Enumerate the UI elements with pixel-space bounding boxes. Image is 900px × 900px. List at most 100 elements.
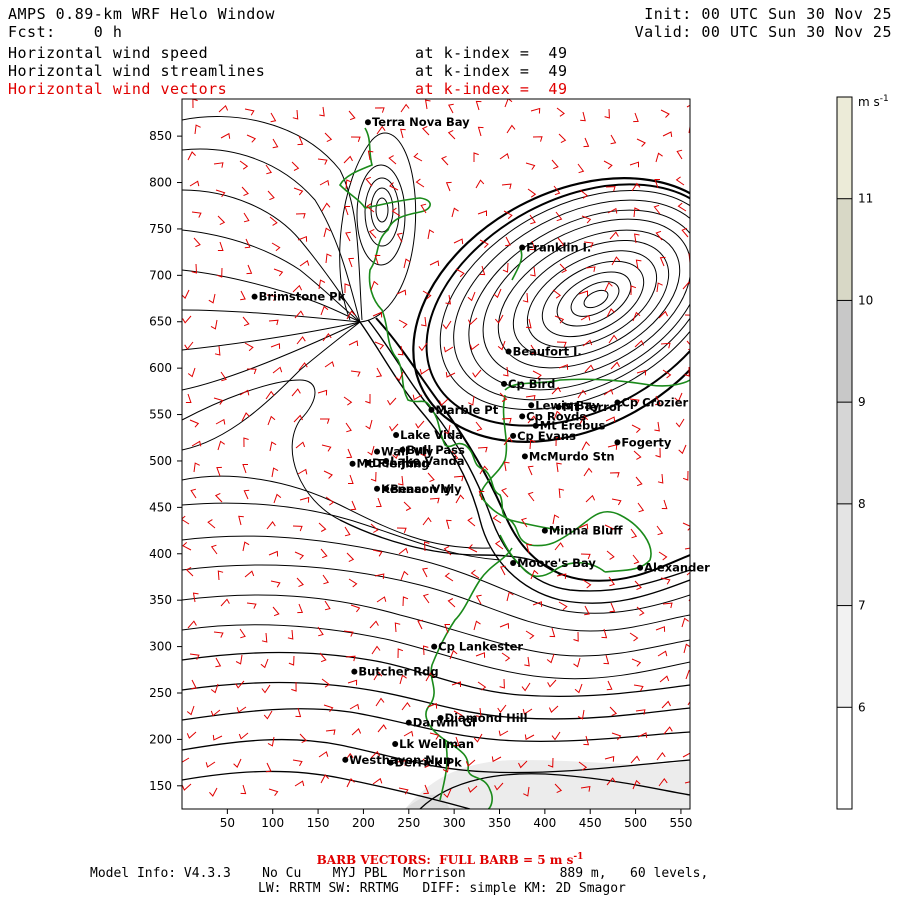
y-tick-label: 250	[149, 686, 172, 700]
place-label: Franklin I.	[526, 240, 591, 254]
colorbar-tick-label: 8	[858, 497, 866, 511]
place-marker	[519, 413, 526, 420]
place-marker	[428, 406, 435, 413]
y-tick-label: 150	[149, 779, 172, 793]
place-marker	[541, 527, 548, 534]
y-tick-label: 550	[149, 408, 172, 422]
place-label: Brimstone Pk	[259, 290, 346, 304]
place-marker	[437, 715, 444, 722]
x-tick-label: 200	[352, 816, 375, 830]
place-label: Cp Bird	[508, 377, 555, 391]
place-marker	[532, 422, 539, 429]
y-tick-label: 600	[149, 361, 172, 375]
place-marker	[637, 564, 644, 571]
y-tick-label: 700	[149, 268, 172, 282]
colorbar-tick-label: 7	[858, 599, 866, 613]
place-label: Moore's Bay	[517, 556, 596, 570]
place-label: McMurdo Stn	[529, 449, 615, 463]
place-marker	[501, 380, 508, 387]
colorbar-bands	[837, 97, 852, 809]
place-label: Diamond Hill	[445, 711, 528, 725]
x-tick-label: 100	[261, 816, 284, 830]
y-tick-label: 300	[149, 640, 172, 654]
place-marker	[374, 448, 381, 455]
place-marker	[510, 560, 517, 567]
y-tick-label: 500	[149, 454, 172, 468]
colorbar-band	[837, 503, 852, 606]
place-label: Terra Nova Bay	[372, 115, 470, 129]
x-tick-label: 150	[307, 816, 330, 830]
place-marker	[405, 719, 412, 726]
place-marker	[374, 485, 381, 492]
y-tick-label: 650	[149, 315, 172, 329]
place-marker	[342, 756, 349, 763]
place-label: Fogerty	[621, 435, 671, 449]
place-marker	[392, 741, 399, 748]
colorbar-unit-text: m s	[858, 95, 880, 109]
place-marker	[614, 439, 621, 446]
x-tick-label: 250	[397, 816, 420, 830]
place-marker	[510, 432, 517, 439]
colorbar-tick-label: 10	[858, 293, 873, 307]
place-label: Cp Lankester	[438, 640, 523, 654]
barb-scale-exponent: -1	[573, 852, 584, 862]
colorbar-band	[837, 605, 852, 708]
model-physics: LW: RRTM SW: RRTMG DIFF: simple KM: 2D S…	[258, 881, 626, 896]
place-marker	[505, 348, 512, 355]
x-tick-label: 550	[669, 816, 692, 830]
place-marker	[351, 668, 358, 675]
place-label: Beacon Vly	[390, 482, 462, 496]
y-tick-label: 800	[149, 176, 172, 190]
x-tick-label: 500	[624, 816, 647, 830]
place-label: Cp Crozier	[621, 395, 688, 409]
x-tick-label: 300	[443, 816, 466, 830]
place-label: Derrick Pk	[395, 756, 463, 770]
barb-scale-text: BARB VECTORS: FULL BARB = 5 m s	[316, 853, 574, 867]
model-info: Model Info: V4.3.3 No Cu MYJ PBL Morriso…	[90, 866, 709, 881]
place-marker	[431, 643, 438, 650]
y-tick-label: 200	[149, 732, 172, 746]
place-label: Minna Bluff	[549, 524, 623, 538]
place-marker	[528, 402, 535, 409]
y-tick-label: 750	[149, 222, 172, 236]
place-label: Butcher Rdg	[358, 665, 438, 679]
x-axis: 50 100 150 200 250 300 350 400 450 500 550	[220, 809, 692, 830]
wind-map: 50 100 150 200 250 300 350 400 450 500 550 150 200 2…	[149, 94, 889, 830]
place-label: Lake Vanda	[390, 454, 464, 468]
y-axis: 150 200 250 300 350 400 450 500 550 600 650 700 750 8…	[149, 129, 182, 793]
place-label: Lk Wellman	[399, 737, 474, 751]
place-marker	[393, 431, 400, 438]
x-tick-label: 400	[533, 816, 556, 830]
colorbar-tick-label: 9	[858, 395, 866, 409]
place-marker	[383, 457, 390, 464]
place-label: Lake Vida	[400, 428, 463, 442]
place-marker	[521, 453, 528, 460]
place-label: Marble Pt	[435, 403, 498, 417]
colorbar-unit-exponent: -1	[880, 94, 889, 104]
y-tick-label: 850	[149, 129, 172, 143]
y-tick-label: 450	[149, 500, 172, 514]
colorbar-band	[837, 300, 852, 403]
colorbar-band	[837, 707, 852, 809]
colorbar-tick-label: 6	[858, 700, 866, 714]
y-tick-label: 400	[149, 547, 172, 561]
colorbar-band	[837, 402, 852, 504]
wind-speed-colorbar: 6 7 8 9 10 11 m s-1	[836, 94, 889, 810]
x-tick-label: 450	[579, 816, 602, 830]
place-marker	[387, 759, 394, 766]
x-tick-label: 350	[488, 816, 511, 830]
colorbar-band	[837, 97, 852, 199]
place-label: Alexander	[644, 561, 710, 575]
barb-scale-note: BARB VECTORS: FULL BARB = 5 m s-1	[0, 850, 900, 867]
place-marker	[251, 293, 258, 300]
colorbar-band	[837, 198, 852, 301]
place-marker	[383, 485, 390, 492]
colorbar-unit: m s-1	[858, 94, 889, 109]
place-label: Cp Evans	[517, 429, 576, 443]
wind-barb	[689, 730, 690, 731]
colorbar-tick-label: 11	[858, 192, 873, 206]
place-marker	[519, 244, 526, 251]
y-tick-label: 350	[149, 593, 172, 607]
place-label: Beaufort I.	[513, 344, 582, 358]
place-marker	[364, 119, 371, 126]
